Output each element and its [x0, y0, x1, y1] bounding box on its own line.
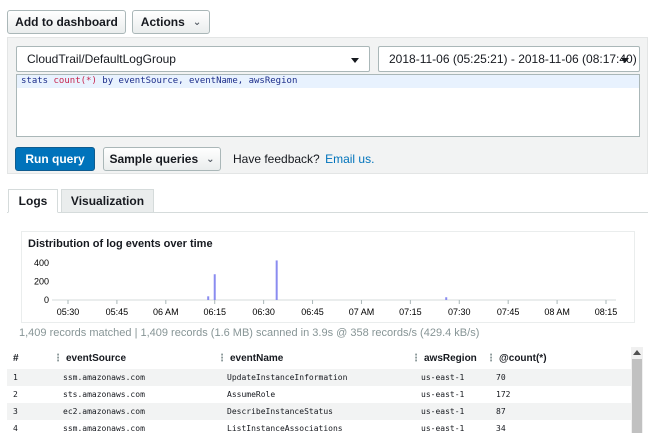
event-name-cell: AssumeRole — [227, 390, 276, 399]
col-count-label: @count(*) — [499, 352, 547, 364]
x-tick-label: 08 AM — [544, 307, 570, 317]
caret-down-icon — [351, 58, 359, 63]
event-source-cell: sts.amazonaws.com — [63, 390, 145, 399]
event-name-cell: DescribeInstanceStatus — [216, 403, 410, 420]
actions-button[interactable]: Actions ⌄ — [132, 10, 210, 34]
table-row[interactable]: 3 ec2.amazonaws.com DescribeInstanceStatus… — [7, 403, 631, 420]
col-awsregion-label: awsRegion — [424, 352, 477, 364]
row-index-cell: 1 — [7, 369, 52, 386]
aws-region-cell: us-east-1 — [410, 403, 485, 420]
event-source-cell: ssm.amazonaws.com — [52, 369, 216, 386]
x-tick-label: 07:30 — [448, 307, 471, 317]
table-header-row: # ⋮ eventSource ⋮ eventName ⋮ awsRegion ⋮ @c… — [7, 347, 631, 369]
col-count[interactable]: ⋮ @count(*) — [485, 347, 631, 369]
x-tick-label: 05:45 — [106, 307, 129, 317]
x-tick-label: 05:30 — [57, 307, 80, 317]
results-table: # ⋮ eventSource ⋮ eventName ⋮ awsRegion ⋮ @c… — [7, 347, 631, 437]
time-range-select[interactable]: 2018-11-06 (05:25:21) - 2018-11-06 (08:1… — [378, 46, 640, 72]
chevron-down-icon: ⌄ — [206, 153, 215, 165]
records-summary: 1,409 records matched | 1,409 records (1… — [19, 327, 480, 339]
query-editor[interactable]: stats count(*) by eventSource, eventName… — [16, 74, 640, 137]
event-source-cell: ssm.amazonaws.com — [63, 424, 145, 433]
actions-label: Actions — [140, 15, 185, 29]
scroll-up-arrow-icon[interactable] — [633, 350, 641, 355]
table-row[interactable]: 1 ssm.amazonaws.com UpdateInstanceInformat… — [7, 369, 631, 386]
feedback-label: Have feedback? — [233, 152, 320, 166]
histogram-bar[interactable] — [207, 296, 210, 300]
table-scrollbar[interactable] — [631, 347, 643, 433]
row-index-cell: 2 — [13, 390, 18, 399]
x-tick-label: 07:15 — [399, 307, 422, 317]
col-index: # — [7, 347, 52, 369]
feedback-text: Have feedback? Email us. — [233, 152, 374, 166]
time-range-value: 2018-11-06 (05:25:21) - 2018-11-06 (08:1… — [389, 52, 637, 66]
col-eventname-label: eventName — [230, 352, 284, 364]
sample-queries-label: Sample queries — [109, 152, 199, 166]
scrollbar-thumb[interactable] — [632, 359, 642, 433]
x-tick-label: 07 AM — [349, 307, 375, 317]
x-tick-label: 06 AM — [153, 307, 179, 317]
run-query-button[interactable]: Run query — [15, 147, 95, 171]
count-cell: 172 — [496, 390, 511, 399]
aws-region-cell: us-east-1 — [421, 424, 465, 433]
log-group-value: CloudTrail/DefaultLogGroup — [27, 52, 176, 66]
add-to-dashboard-label: Add to dashboard — [15, 15, 118, 29]
count-cell: 87 — [485, 403, 631, 420]
histogram-bar[interactable] — [275, 260, 278, 300]
y-tick-label: 200 — [34, 277, 49, 287]
row-index-cell: 3 — [7, 403, 52, 420]
count-cell: 34 — [496, 424, 506, 433]
tab-logs[interactable]: Logs — [8, 189, 58, 213]
col-eventsource-label: eventSource — [66, 352, 127, 364]
col-eventsource[interactable]: ⋮ eventSource — [52, 347, 216, 369]
y-tick-label: 400 — [34, 258, 49, 268]
col-eventname[interactable]: ⋮ eventName — [216, 347, 410, 369]
x-tick-label: 07:45 — [497, 307, 520, 317]
code-function: count(*) — [53, 76, 97, 86]
tab-visualization-label: Visualization — [70, 194, 145, 208]
table-row[interactable]: 2 sts.amazonaws.com AssumeRole us-east-1 172 — [7, 386, 631, 403]
row-index-cell: 4 — [13, 424, 18, 433]
tab-logs-label: Logs — [18, 194, 48, 208]
event-source-cell: ec2.amazonaws.com — [52, 403, 216, 420]
code-keyword: stats — [21, 76, 54, 86]
count-cell: 70 — [485, 369, 631, 386]
col-awsregion[interactable]: ⋮ awsRegion — [410, 347, 485, 369]
chevron-down-icon: ⌄ — [192, 16, 202, 28]
event-name-cell: UpdateInstanceInformation — [216, 369, 410, 386]
histogram-panel: Distribution of log events over time 400… — [21, 231, 635, 323]
email-us-link[interactable]: Email us. — [325, 152, 374, 166]
x-tick-label: 06:30 — [252, 307, 275, 317]
x-tick-label: 06:15 — [203, 307, 226, 317]
aws-region-cell: us-east-1 — [410, 369, 485, 386]
caret-down-icon — [621, 58, 629, 63]
event-name-cell: ListInstanceAssociations — [227, 424, 343, 433]
histogram-chart: 400 200 0 05:30 05:45 06 AM 06:15 06:30 06:45 07 … — [34, 258, 618, 317]
run-query-label: Run query — [25, 152, 85, 166]
query-code: stats count(*) by eventSource, eventName… — [21, 76, 297, 86]
y-tick-label: 0 — [44, 295, 49, 305]
histogram-bar[interactable] — [213, 274, 216, 300]
x-tick-label: 06:45 — [301, 307, 324, 317]
x-tick-label: 08:15 — [595, 307, 618, 317]
add-to-dashboard-button[interactable]: Add to dashboard — [7, 10, 126, 34]
log-group-select[interactable]: CloudTrail/DefaultLogGroup — [16, 46, 370, 72]
aws-region-cell: us-east-1 — [421, 390, 465, 399]
code-rest: by eventSource, eventName, awsRegion — [96, 76, 298, 86]
col-index-label: # — [13, 352, 19, 364]
sample-queries-button[interactable]: Sample queries ⌄ — [103, 147, 221, 171]
tab-visualization[interactable]: Visualization — [61, 189, 154, 213]
histogram-bar[interactable] — [445, 297, 448, 300]
table-row[interactable]: 4 ssm.amazonaws.com ListInstanceAssociatio… — [7, 420, 631, 437]
